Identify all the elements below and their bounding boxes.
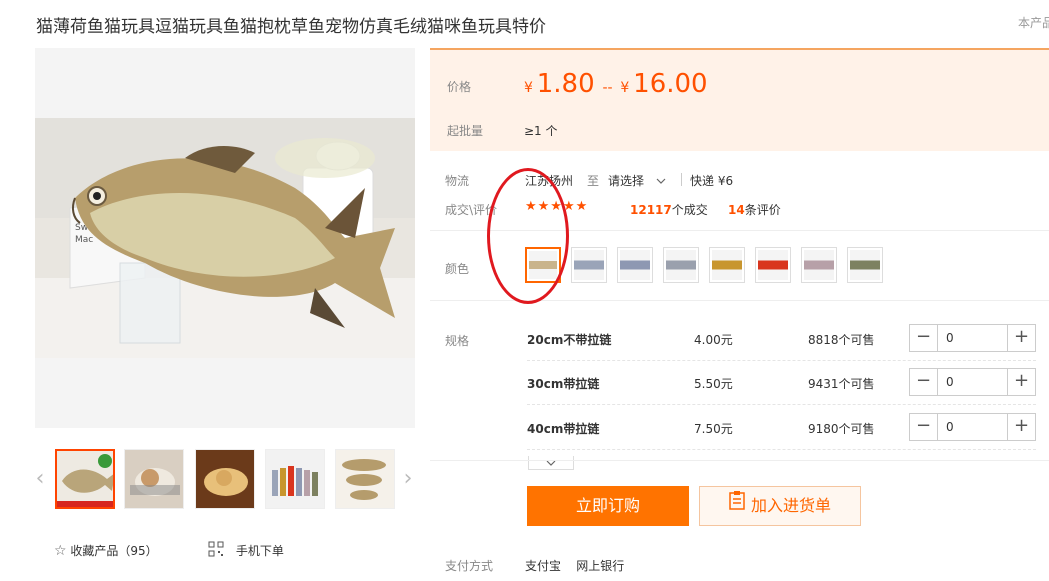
review-suffix: 条评价 [744,203,781,217]
color-swatch-8[interactable] [847,247,883,283]
deal-count: 12117 [630,203,672,217]
to-word: 至 [587,174,600,188]
color-swatch-5[interactable] [709,247,745,283]
moq-label: 起批量 [447,124,484,138]
mobile-order-label: 手机下单 [235,544,284,558]
chevron-down-icon [656,174,666,188]
currency-symbol-2: ¥ [620,80,630,96]
destination-value: 请选择 [608,174,645,188]
swatch-image [574,250,604,280]
thumbnail-2[interactable] [124,449,184,509]
increase-button[interactable]: + [1007,369,1035,395]
deal-count-link[interactable]: 12117个成交 [630,201,708,218]
logistics-label: 物流 [445,174,470,188]
quantity-input[interactable] [939,369,1007,395]
thumb-prev-arrow[interactable]: ‹ [33,467,47,491]
deals-label: 成交\评价 [445,203,498,217]
spec-row: 40cm带拉链7.50元9180个可售−+ [527,406,1036,450]
spec-price: 4.00元 [694,333,733,347]
product-title: 猫薄荷鱼猫玩具逗猫玩具鱼猫抱枕草鱼宠物仿真毛绒猫咪鱼玩具特价 [36,17,546,37]
color-swatch-1[interactable] [525,247,561,283]
swatch-image [804,250,834,280]
buy-now-button[interactable]: 立即订购 [527,486,689,526]
price-max: 16.00 [633,69,708,99]
decrease-button[interactable]: − [910,325,938,351]
swatch-image [620,250,650,280]
main-product-image[interactable]: Switch Mac [35,48,415,428]
destination-select[interactable]: 请选择 [608,172,666,189]
price-min: 1.80 [536,69,595,99]
clipboard-icon [729,486,745,524]
increase-button[interactable]: + [1007,414,1035,440]
currency-symbol: ¥ [524,80,533,96]
thumbnail-5[interactable] [335,449,395,509]
divider [430,230,1049,231]
spec-row: 30cm带拉链5.50元9431个可售−+ [527,361,1036,405]
spec-label: 规格 [445,334,470,348]
payment-methods: 支付宝 网上银行 [525,559,625,573]
quantity-input[interactable] [939,414,1007,440]
divider-vertical [681,173,682,186]
spec-name: 30cm带拉链 [527,377,600,391]
color-swatch-4[interactable] [663,247,699,283]
thumb-next-arrow[interactable]: › [401,467,415,491]
quantity-stepper: −+ [909,368,1036,396]
spec-stock: 9180个可售 [808,422,875,436]
color-swatch-7[interactable] [801,247,837,283]
spec-name: 20cm不带拉链 [527,333,612,347]
deal-suffix: 个成交 [671,203,708,217]
color-swatch-2[interactable] [571,247,607,283]
thumbnail-1[interactable] [55,449,115,509]
add-to-cart-label: 加入进货单 [750,496,831,515]
expand-specs-button[interactable] [528,456,574,470]
color-label: 颜色 [445,262,470,276]
swatch-image [529,251,557,279]
divider [430,460,1049,461]
spec-name: 40cm带拉链 [527,422,600,436]
ship-from: 江苏扬州 [525,174,574,188]
favorite-label: 收藏产品（95） [70,544,158,558]
thumbnail-4[interactable] [265,449,325,509]
spec-price: 7.50元 [694,422,733,436]
thumbnail-strip: ‹ › [35,449,420,511]
mobile-order-button[interactable]: 手机下单 [208,541,284,560]
review-count-link[interactable]: 14条评价 [728,201,781,218]
shipping-fee: 快递 ¥6 [690,174,734,188]
spec-price: 5.50元 [694,377,733,391]
color-swatch-3[interactable] [617,247,653,283]
decrease-button[interactable]: − [910,369,938,395]
thumbnail-3[interactable] [195,449,255,509]
quantity-input[interactable] [939,325,1007,351]
price-separator: -- [602,80,613,96]
spec-stock: 9431个可售 [808,377,875,391]
moq-value: ≥1 个 [524,124,558,138]
price-panel: 价格 ¥ 1.80 -- ¥ 16.00 起批量 ≥1 个 [430,48,1049,151]
quantity-stepper: −+ [909,413,1036,441]
star-outline-icon: ☆ [54,543,67,559]
divider [430,300,1049,301]
payment-label: 支付方式 [445,559,494,573]
svg-text:Mac: Mac [75,235,93,245]
spec-row: 20cm不带拉链4.00元8818个可售−+ [527,317,1036,361]
swatch-image [666,250,696,280]
qr-code-icon [208,541,224,560]
price-label: 价格 [447,80,472,94]
decrease-button[interactable]: − [910,414,938,440]
swatch-image [758,250,788,280]
increase-button[interactable]: + [1007,325,1035,351]
rating-stars: ★★★★★ [525,199,589,214]
color-swatch-6[interactable] [755,247,791,283]
quantity-stepper: −+ [909,324,1036,352]
price-range: ¥ 1.80 -- ¥ 16.00 [524,69,708,99]
review-count: 14 [728,203,745,217]
swatch-image [850,250,880,280]
favorite-button[interactable]: ☆ 收藏产品（95） [54,542,158,559]
swatch-image [712,250,742,280]
spec-stock: 8818个可售 [808,333,875,347]
add-to-cart-button[interactable]: 加入进货单 [699,486,861,526]
corner-note: 本产品 [1018,16,1049,30]
